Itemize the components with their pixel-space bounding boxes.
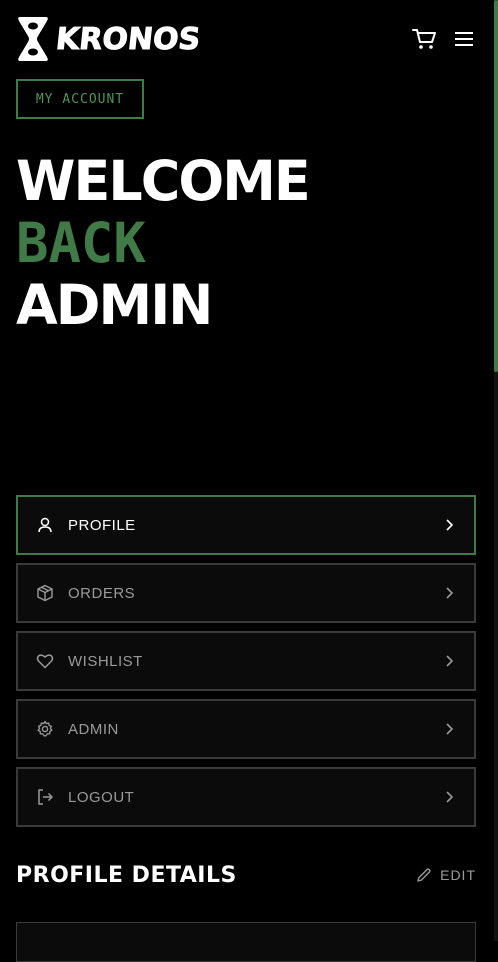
nav-item-admin[interactable]: ADMIN: [16, 699, 476, 759]
cart-icon[interactable]: [412, 28, 436, 50]
nav-label-logout: LOGOUT: [68, 788, 135, 806]
chevron-right-icon: [446, 587, 454, 599]
nav-item-wishlist[interactable]: WISHLIST: [16, 631, 476, 691]
user-icon: [36, 515, 56, 535]
chevron-right-icon: [446, 723, 454, 735]
scrollbar-thumb[interactable]: [494, 0, 498, 372]
brand-logo[interactable]: KRONOS: [16, 14, 203, 64]
profile-details-title: PROFILE DETAILS: [16, 862, 237, 888]
my-account-badge: MY ACCOUNT: [16, 79, 144, 119]
package-icon: [36, 583, 56, 603]
nav-item-profile[interactable]: PROFILE: [16, 495, 476, 555]
account-nav: PROFILE ORDERS WISHLIST ADMIN LOGOUT: [16, 495, 476, 835]
welcome-line-2: BACK: [16, 211, 146, 275]
chevron-right-icon: [446, 655, 454, 667]
welcome-line-1: WELCOME: [16, 149, 311, 213]
welcome-heading: WELCOME BACK ADMIN: [16, 150, 315, 336]
nav-label-profile: PROFILE: [68, 516, 136, 534]
logout-icon: [36, 787, 56, 807]
chevron-right-icon: [446, 791, 454, 803]
hamburger-menu-icon[interactable]: [453, 29, 475, 49]
welcome-line-3: ADMIN: [16, 273, 213, 337]
nav-item-logout[interactable]: LOGOUT: [16, 767, 476, 827]
gear-icon: [36, 719, 56, 739]
edit-profile-button[interactable]: EDIT: [416, 867, 476, 883]
nav-label-admin: ADMIN: [68, 720, 119, 738]
profile-details-header: PROFILE DETAILS EDIT: [16, 857, 476, 893]
nav-item-orders[interactable]: ORDERS: [16, 563, 476, 623]
nav-label-orders: ORDERS: [68, 584, 136, 602]
brand-wordmark: KRONOS: [54, 21, 203, 57]
site-header: KRONOS: [0, 0, 494, 78]
pencil-icon: [417, 868, 431, 882]
logo-mark-icon: [18, 17, 48, 61]
profile-details-panel: [16, 922, 476, 962]
edit-label: EDIT: [440, 867, 476, 883]
chevron-right-icon: [446, 519, 454, 531]
heart-icon: [36, 651, 56, 671]
nav-label-wishlist: WISHLIST: [68, 652, 143, 670]
